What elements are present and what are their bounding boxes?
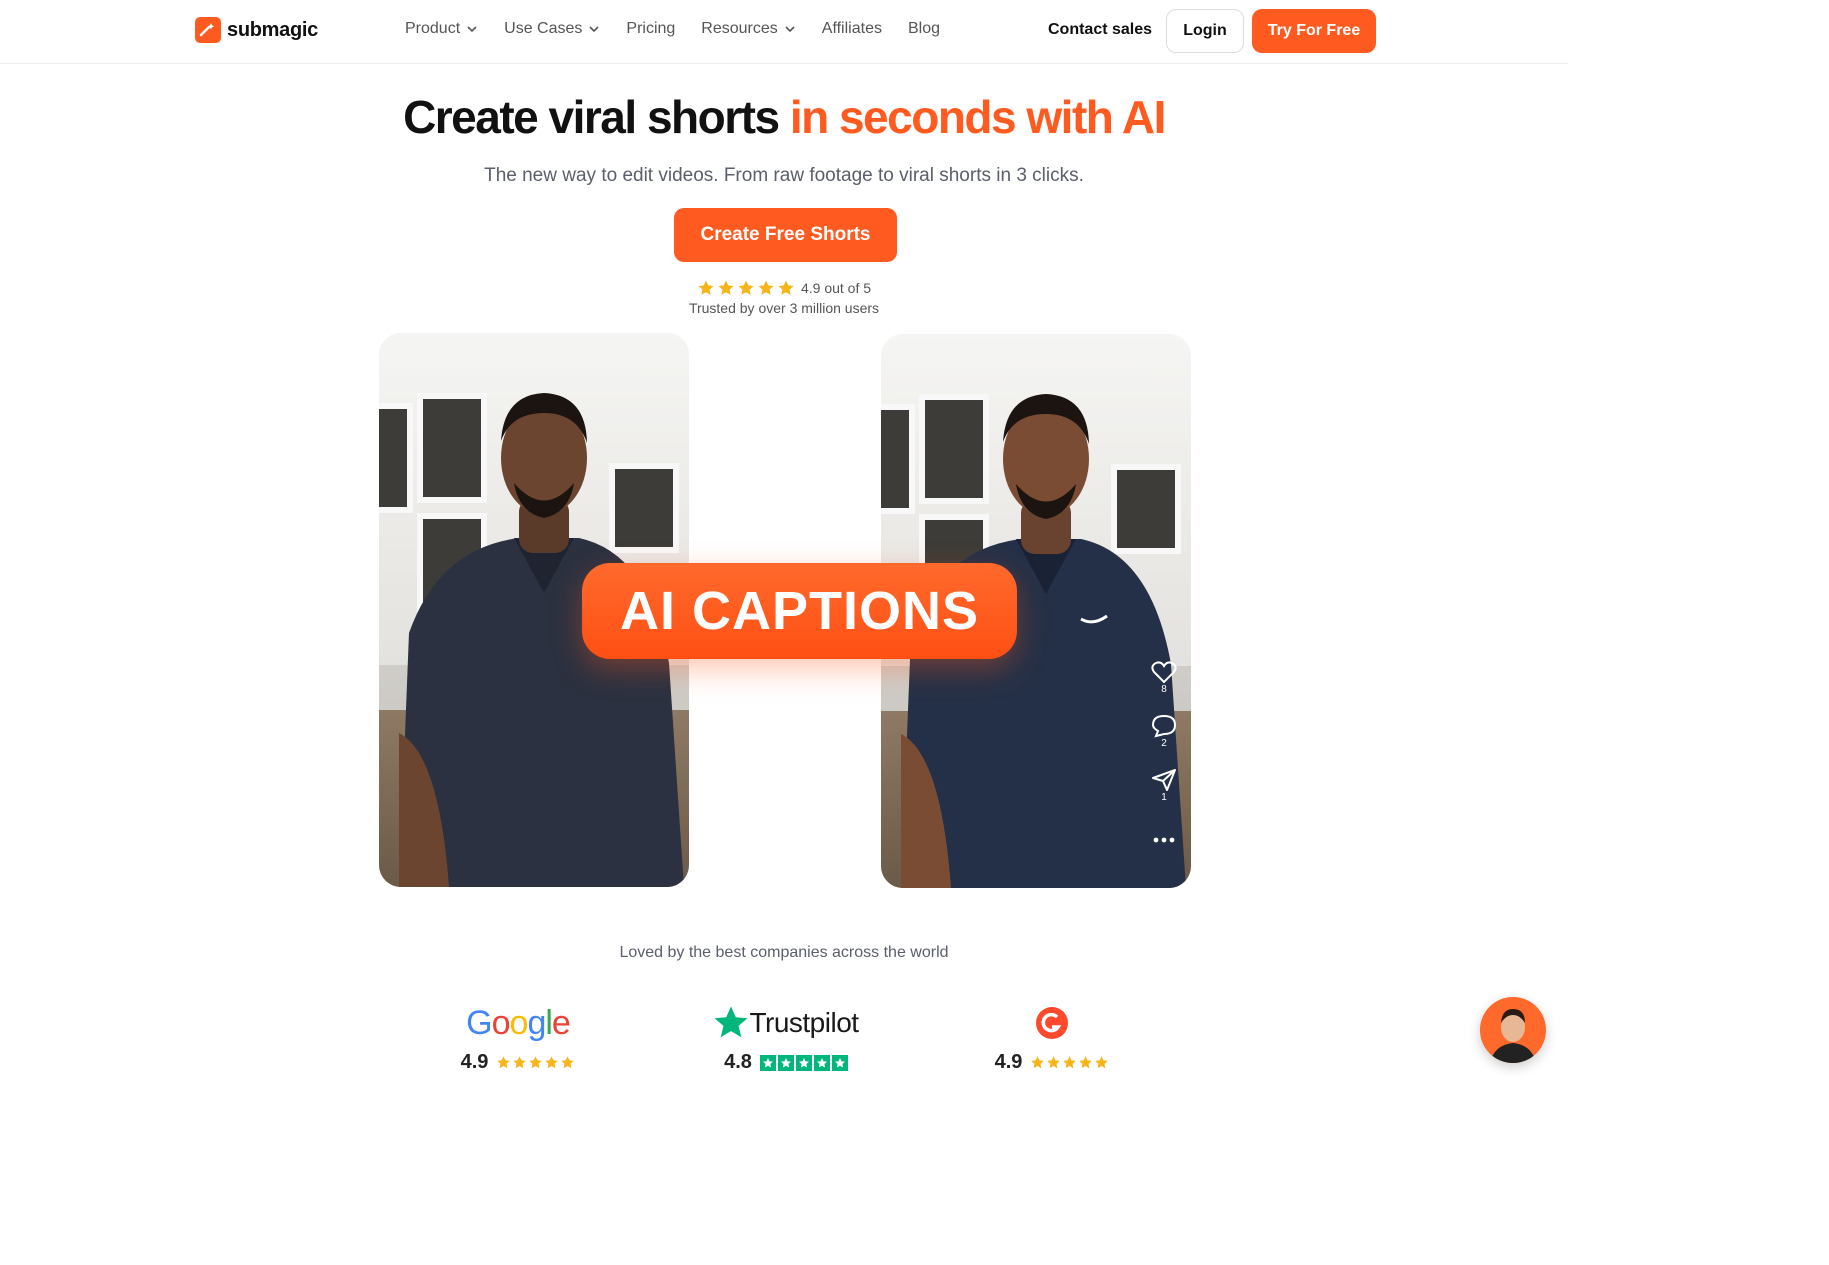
nav-blog-label: Blog (907, 20, 940, 37)
review-google: Google 4.9 (456, 1003, 580, 1074)
trusted-text: Trusted by over 3 million users (688, 300, 880, 316)
star-icon (1031, 1056, 1045, 1069)
comment-action[interactable]: 2 (1150, 714, 1178, 749)
try-for-free-button[interactable]: Try For Free (1252, 9, 1376, 53)
more-action[interactable] (1150, 836, 1178, 844)
hero-title-black: Create viral shorts (403, 91, 780, 143)
comment-count: 2 (1161, 738, 1167, 749)
google-stars (496, 1055, 575, 1070)
google-logo: Google (466, 1003, 571, 1042)
rating-text: 4.9 out of 5 (800, 280, 872, 296)
nav-pricing[interactable]: Pricing (626, 20, 675, 38)
trustpilot-star-icon (714, 1006, 748, 1038)
star-icon (545, 1056, 559, 1069)
nav-product[interactable]: Product (405, 20, 478, 38)
trustpilot-score: 4.8 (724, 1051, 752, 1073)
trustpilot-stars (759, 1054, 848, 1071)
star-icon (1079, 1056, 1093, 1069)
like-count: 8 (1161, 684, 1167, 695)
star-icon (738, 280, 754, 295)
avatar-icon (1480, 997, 1546, 1063)
loved-heading: Loved by the best companies across the w… (619, 944, 949, 961)
chevron-down-icon (785, 26, 795, 33)
nav-use-cases[interactable]: Use Cases (504, 20, 600, 38)
nav-affiliates-label: Affiliates (821, 20, 882, 37)
chevron-down-icon (467, 26, 477, 33)
star-icon (1063, 1056, 1077, 1069)
review-trustpilot: Trustpilot 4.8 (706, 1003, 866, 1074)
create-free-shorts-button[interactable]: Create Free Shorts (674, 208, 897, 262)
comment-icon (1151, 714, 1177, 738)
g2-icon: 2 (1036, 1007, 1068, 1039)
trustpilot-logo: Trustpilot (713, 1003, 859, 1043)
star-icon (1095, 1056, 1109, 1069)
nav-product-label: Product (405, 20, 461, 37)
star-icon (718, 280, 734, 295)
star-icon (777, 1054, 794, 1071)
nav-pricing-label: Pricing (626, 20, 676, 37)
rating-row: 4.9 out of 5 (0, 279, 1568, 297)
star-icon (698, 280, 714, 295)
star-icon (497, 1056, 511, 1069)
star-icon (561, 1056, 575, 1069)
brand-name: submagic (227, 18, 318, 41)
star-icon (758, 280, 774, 295)
login-button[interactable]: Login (1166, 9, 1244, 53)
heart-icon (1151, 661, 1177, 684)
nav-use-cases-label: Use Cases (504, 20, 583, 37)
nav-blog[interactable]: Blog (908, 20, 940, 38)
star-icon (831, 1054, 848, 1071)
brand-logo[interactable]: submagic (195, 17, 318, 43)
star-icon (529, 1056, 543, 1069)
more-icon (1153, 837, 1175, 843)
nav-resources[interactable]: Resources (701, 20, 795, 38)
star-icon (778, 280, 794, 295)
submagic-logo-icon (195, 17, 221, 43)
share-action[interactable]: 1 (1150, 768, 1178, 803)
rating-stars (697, 279, 795, 297)
nav-affiliates[interactable]: Affiliates (822, 20, 882, 38)
hero-title-orange: in seconds with AI (789, 91, 1167, 143)
nav-links: Product Use Cases Pricing Resources Affi… (405, 20, 940, 38)
share-count: 1 (1161, 792, 1167, 803)
google-score: 4.9 (460, 1051, 489, 1073)
contact-sales-link[interactable]: Contact sales (1048, 21, 1152, 39)
nav-resources-label: Resources (701, 20, 778, 37)
hero-subtitle: The new way to edit videos. From raw foo… (484, 165, 1084, 186)
star-icon (513, 1056, 527, 1069)
ai-captions-badge: AI CAPTIONS (582, 563, 1017, 659)
send-icon (1152, 769, 1176, 791)
like-action[interactable]: 8 (1150, 660, 1178, 695)
g2-score: 4.9 (994, 1051, 1023, 1073)
hero-title: Create viral shorts in seconds with AI (0, 90, 1568, 144)
chat-support-avatar[interactable] (1480, 997, 1546, 1063)
star-icon (795, 1054, 812, 1071)
review-g2: 2 4.9 (988, 1003, 1116, 1074)
star-icon (813, 1054, 830, 1071)
star-icon (1047, 1056, 1061, 1069)
chevron-down-icon (589, 26, 599, 33)
star-icon (759, 1054, 776, 1071)
g2-logo: 2 (1034, 1003, 1070, 1043)
top-nav: submagic Product Use Cases Pricing Resou… (0, 0, 1568, 64)
g2-stars (1030, 1055, 1109, 1070)
svg-text:2: 2 (1058, 1009, 1063, 1018)
